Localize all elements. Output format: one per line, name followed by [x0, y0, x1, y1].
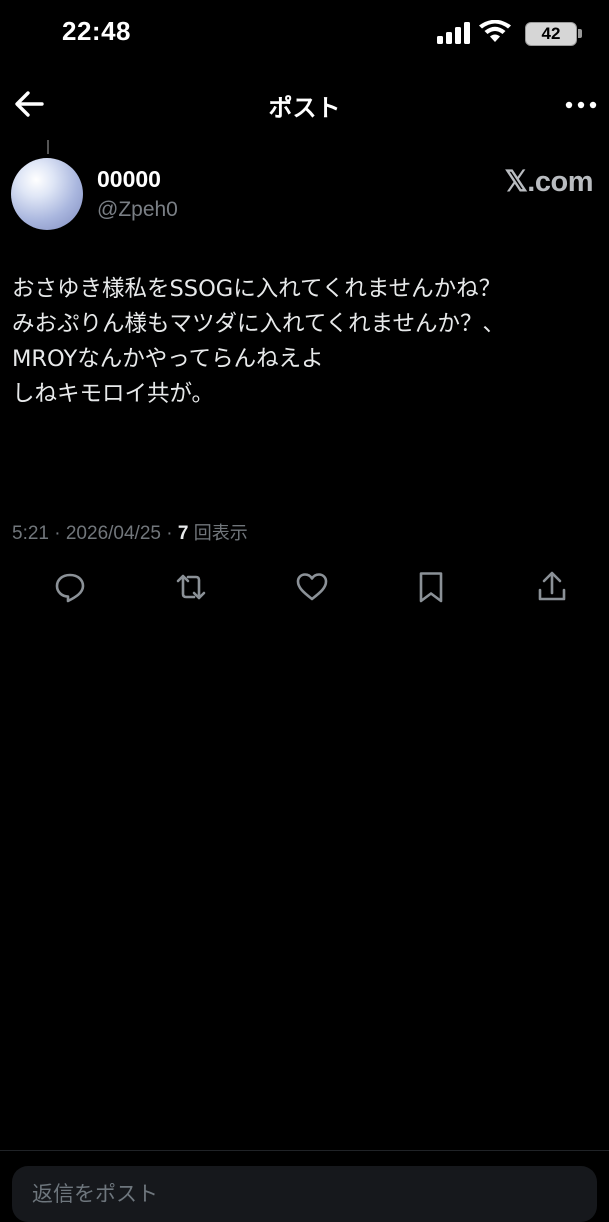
more-button[interactable]: [561, 90, 601, 120]
repost-button[interactable]: [172, 568, 210, 606]
status-bar: 22:48 42: [0, 0, 609, 64]
post-text-line: おさゆき様私をSSOGに入れてくれませんかね？: [12, 276, 502, 302]
like-button[interactable]: [293, 568, 331, 606]
reply-button[interactable]: [51, 568, 89, 606]
avatar[interactable]: [11, 158, 83, 230]
post-text-line: みおぷりん様もマツダに入れてくれませんか？、: [12, 311, 505, 337]
status-time: 22:48: [62, 16, 131, 46]
bookmark-icon: [419, 572, 443, 603]
author-display-name[interactable]: 00000: [97, 166, 161, 193]
nav-header: ポスト: [0, 72, 609, 136]
reply-input[interactable]: [12, 1166, 597, 1222]
bookmark-button[interactable]: [412, 568, 450, 606]
post-text: おさゆき様私をSSOGに入れてくれませんかね？ みおぷりん様もマツダに入れてくれ…: [12, 272, 602, 412]
battery-icon: 42: [525, 22, 583, 46]
divider: [0, 1150, 609, 1151]
views-label: 回表示: [193, 523, 248, 544]
share-icon: [538, 571, 566, 601]
status-icons: 42: [413, 20, 583, 46]
post-text-line: MROYなんかやってらんねえよ: [12, 346, 324, 372]
more-horizontal-icon: [565, 101, 597, 109]
signal-icon: [437, 22, 470, 44]
like-icon: [296, 573, 328, 601]
views-count[interactable]: 7: [178, 523, 189, 544]
post-text-line: しねキモロイ共が。: [12, 381, 215, 407]
thread-connector: [47, 140, 49, 154]
post-meta: 5:21 · 2026/04/25 · 7 回表示: [12, 519, 248, 545]
battery-level: 42: [541, 24, 561, 43]
battery-cap: [578, 29, 582, 38]
x-logo-watermark: 𝕏.com: [504, 166, 593, 198]
action-bar: [0, 568, 609, 608]
wifi-icon: [479, 20, 511, 42]
page-title: ポスト: [268, 94, 341, 122]
repost-icon: [176, 574, 206, 600]
share-button[interactable]: [533, 568, 571, 606]
post-timestamp[interactable]: 5:21 · 2026/04/25 ·: [12, 523, 178, 544]
reply-icon: [55, 573, 85, 603]
author-handle[interactable]: @Zpeh0: [97, 198, 178, 222]
